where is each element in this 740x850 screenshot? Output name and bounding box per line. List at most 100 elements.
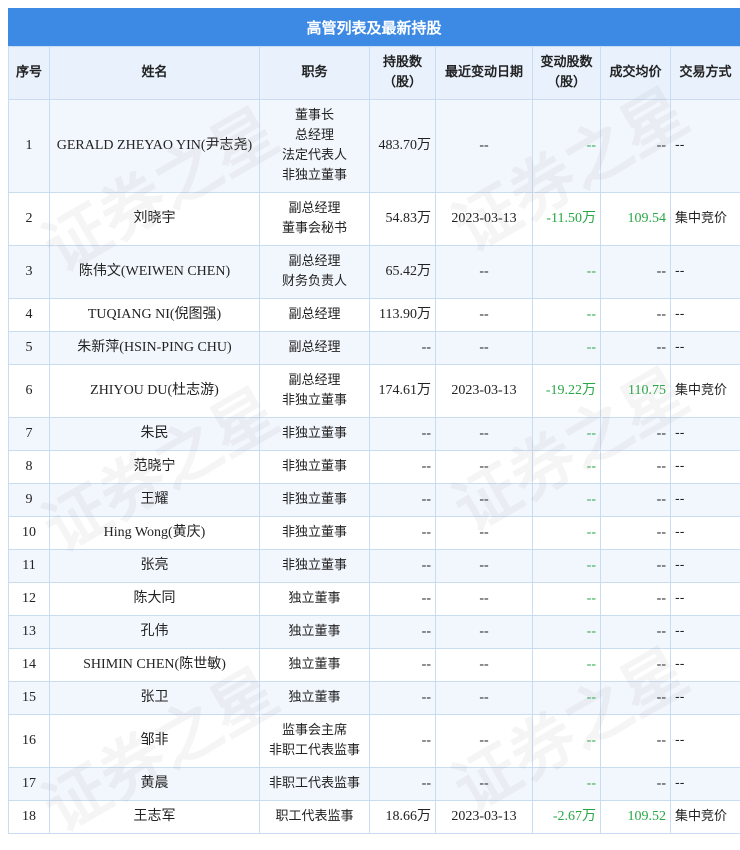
row-index: 18: [9, 801, 50, 834]
last-change-date: --: [436, 550, 533, 583]
share-change: --: [533, 649, 601, 682]
position-title: 非独立董事: [264, 391, 365, 411]
share-change: --: [533, 517, 601, 550]
header-row: 序号 姓名 职务 持股数（股） 最近变动日期 变动股数（股） 成交均价 交易方式: [9, 47, 740, 100]
average-price: --: [601, 583, 671, 616]
executive-name: 张卫: [50, 682, 260, 715]
last-change-date: 2023-03-13: [436, 365, 533, 418]
trade-method: --: [671, 451, 740, 484]
shares-held: --: [370, 418, 436, 451]
table-row: 2刘晓宇副总经理董事会秘书54.83万2023-03-13-11.50万109.…: [9, 193, 740, 246]
shares-held: 483.70万: [370, 100, 436, 193]
last-change-date: --: [436, 517, 533, 550]
average-price: --: [601, 768, 671, 801]
executive-name: Hing Wong(黄庆): [50, 517, 260, 550]
position-cell: 独立董事: [260, 616, 370, 649]
table-row: 18王志军职工代表监事18.66万2023-03-13-2.67万109.52集…: [9, 801, 740, 834]
header-change: 变动股数（股）: [533, 47, 601, 100]
executive-name: 陈伟文(WEIWEN CHEN): [50, 246, 260, 299]
table-row: 15张卫独立董事----------: [9, 682, 740, 715]
shares-held: 174.61万: [370, 365, 436, 418]
position-cell: 副总经理财务负责人: [260, 246, 370, 299]
trade-method: --: [671, 299, 740, 332]
position-title: 非独立董事: [264, 457, 365, 477]
header-name: 姓名: [50, 47, 260, 100]
position-title: 职工代表监事: [264, 807, 365, 827]
executive-name: 孔伟: [50, 616, 260, 649]
average-price: --: [601, 484, 671, 517]
header-date: 最近变动日期: [436, 47, 533, 100]
position-title: 副总经理: [264, 338, 365, 358]
shares-held: --: [370, 715, 436, 768]
table-row: 7朱民非独立董事----------: [9, 418, 740, 451]
executive-name: 刘晓宇: [50, 193, 260, 246]
position-cell: 独立董事: [260, 649, 370, 682]
position-title: 法定代表人: [264, 146, 365, 166]
average-price: 109.54: [601, 193, 671, 246]
last-change-date: --: [436, 768, 533, 801]
share-change: -2.67万: [533, 801, 601, 834]
share-change: --: [533, 246, 601, 299]
row-index: 5: [9, 332, 50, 365]
trade-method: --: [671, 418, 740, 451]
table-title: 高管列表及最新持股: [8, 8, 740, 46]
row-index: 14: [9, 649, 50, 682]
trade-method: --: [671, 100, 740, 193]
position-title: 非独立董事: [264, 556, 365, 576]
last-change-date: --: [436, 451, 533, 484]
position-title: 副总经理: [264, 252, 365, 272]
shares-held: --: [370, 451, 436, 484]
executive-name: 朱新萍(HSIN-PING CHU): [50, 332, 260, 365]
position-cell: 职工代表监事: [260, 801, 370, 834]
position-title: 非独立董事: [264, 166, 365, 186]
executive-name: 黄晨: [50, 768, 260, 801]
shares-held: 54.83万: [370, 193, 436, 246]
position-cell: 独立董事: [260, 682, 370, 715]
share-change: -19.22万: [533, 365, 601, 418]
average-price: --: [601, 332, 671, 365]
last-change-date: --: [436, 299, 533, 332]
executive-holdings-table: 序号 姓名 职务 持股数（股） 最近变动日期 变动股数（股） 成交均价 交易方式…: [8, 46, 740, 834]
share-change: --: [533, 332, 601, 365]
row-index: 3: [9, 246, 50, 299]
share-change: --: [533, 715, 601, 768]
last-change-date: --: [436, 418, 533, 451]
position-cell: 独立董事: [260, 583, 370, 616]
last-change-date: --: [436, 332, 533, 365]
trade-method: --: [671, 616, 740, 649]
position-title: 副总经理: [264, 371, 365, 391]
position-cell: 监事会主席非职工代表监事: [260, 715, 370, 768]
position-title: 董事会秘书: [264, 219, 365, 239]
last-change-date: --: [436, 583, 533, 616]
row-index: 1: [9, 100, 50, 193]
row-index: 10: [9, 517, 50, 550]
last-change-date: --: [436, 246, 533, 299]
executive-name: 王耀: [50, 484, 260, 517]
average-price: --: [601, 715, 671, 768]
row-index: 4: [9, 299, 50, 332]
share-change: --: [533, 583, 601, 616]
position-cell: 非独立董事: [260, 451, 370, 484]
average-price: --: [601, 550, 671, 583]
average-price: 110.75: [601, 365, 671, 418]
trade-method: 集中竞价: [671, 365, 740, 418]
position-cell: 董事长总经理法定代表人非独立董事: [260, 100, 370, 193]
last-change-date: --: [436, 715, 533, 768]
position-title: 副总经理: [264, 199, 365, 219]
header-method: 交易方式: [671, 47, 740, 100]
row-index: 11: [9, 550, 50, 583]
executive-name: SHIMIN CHEN(陈世敏): [50, 649, 260, 682]
last-change-date: --: [436, 682, 533, 715]
position-title: 副总经理: [264, 305, 365, 325]
table-row: 6ZHIYOU DU(杜志游)副总经理非独立董事174.61万2023-03-1…: [9, 365, 740, 418]
executive-name: 陈大同: [50, 583, 260, 616]
executive-name: ZHIYOU DU(杜志游): [50, 365, 260, 418]
trade-method: --: [671, 332, 740, 365]
position-cell: 非独立董事: [260, 484, 370, 517]
header-position: 职务: [260, 47, 370, 100]
position-title: 非职工代表监事: [264, 741, 365, 761]
executive-name: TUQIANG NI(倪图强): [50, 299, 260, 332]
trade-method: --: [671, 517, 740, 550]
position-cell: 副总经理: [260, 299, 370, 332]
average-price: --: [601, 100, 671, 193]
